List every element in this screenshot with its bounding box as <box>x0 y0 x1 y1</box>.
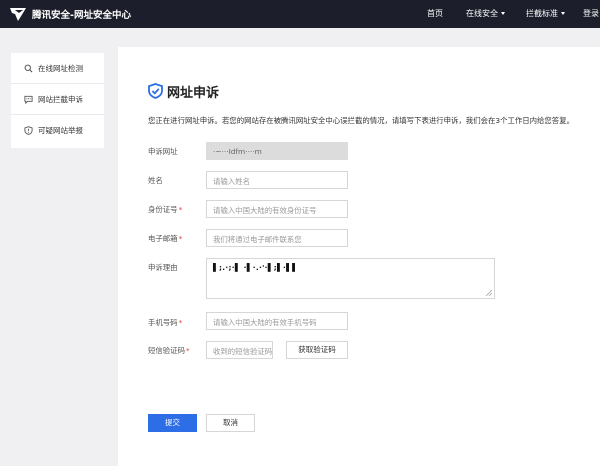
sidebar-item-appeal[interactable]: 网站拦截申诉 <box>11 84 104 115</box>
nav-online-security-label: 在线安全 <box>466 9 498 18</box>
url-label: 申诉网址 <box>148 146 178 157</box>
nav-home[interactable]: 首页 <box>427 8 443 19</box>
nav-home-label: 首页 <box>427 9 443 18</box>
reason-textarea[interactable]: ▌;.·;·▌ ·▌·.·'·▌;▌·▌▌ <box>206 258 495 299</box>
phone-label: 手机号码* <box>148 317 182 328</box>
required-mark: * <box>178 318 183 327</box>
main-panel: 网址申诉 您正在进行网址申诉。若您的网站存在被腾讯网址安全中心误拦截的情况，请填… <box>118 47 600 466</box>
sms-code-label-text: 短信验证码 <box>148 346 185 355</box>
chevron-down-icon <box>561 12 565 15</box>
name-label: 姓名 <box>148 175 163 186</box>
name-input[interactable]: 请输入姓名 <box>206 171 348 189</box>
required-mark: * <box>178 205 183 214</box>
email-label-text: 电子邮箱 <box>148 234 178 243</box>
sidebar-item-report[interactable]: 可疑网站举报 <box>11 115 104 146</box>
shield-check-icon <box>148 83 163 99</box>
phone-input[interactable]: 请输入中国大陆的有效手机号码 <box>206 312 348 330</box>
cancel-button[interactable]: 取消 <box>206 414 255 432</box>
url-label-text: 申诉网址 <box>148 147 178 156</box>
logo-icon[interactable] <box>9 5 27 23</box>
sms-code-input[interactable]: 收到的短信验证码 <box>206 341 273 359</box>
id-number-input[interactable]: 请输入中国大陆的有效身份证号 <box>206 200 348 218</box>
reason-label: 申诉理由 <box>148 262 178 273</box>
reason-label-text: 申诉理由 <box>148 263 178 272</box>
url-field: ·~···Idfm····m <box>206 142 348 160</box>
nav-block-standard[interactable]: 拦截标准 <box>526 8 565 19</box>
name-label-text: 姓名 <box>148 176 163 185</box>
sidebar-item-url-check[interactable]: 在线网址检测 <box>11 53 104 84</box>
sidebar-item-label: 网站拦截申诉 <box>38 95 83 104</box>
id-number-label-text: 身份证号 <box>148 205 178 214</box>
page-title: 网址申诉 <box>167 86 220 101</box>
nav-login-label: 登录 <box>583 9 599 18</box>
intro-text: 您正在进行网址申诉。若您的网站存在被腾讯网址安全中心误拦截的情况，请填写下表进行… <box>148 116 574 125</box>
sidebar-item-label: 在线网址检测 <box>38 64 83 73</box>
nav-login[interactable]: 登录 <box>583 8 599 19</box>
email-label: 电子邮箱* <box>148 233 182 244</box>
resize-handle-icon[interactable] <box>486 290 492 296</box>
top-nav-bar: 腾讯安全-网址安全中心 首页 在线安全 拦截标准 登录 <box>0 0 600 28</box>
email-input[interactable]: 我们将通过电子邮件联系您 <box>206 229 348 247</box>
submit-button[interactable]: 提交 <box>148 414 197 432</box>
search-icon <box>24 64 33 73</box>
shield-icon <box>24 126 33 135</box>
required-mark: * <box>178 234 183 243</box>
id-number-label: 身份证号* <box>148 204 182 215</box>
sms-code-label: 短信验证码* <box>148 345 190 356</box>
sidebar-item-label: 可疑网站举报 <box>38 126 83 135</box>
reason-text: ▌;.·;·▌ ·▌·.·'·▌;▌·▌▌ <box>213 263 299 272</box>
required-mark: * <box>185 346 190 355</box>
nav-block-standard-label: 拦截标准 <box>526 9 558 18</box>
phone-label-text: 手机号码 <box>148 318 178 327</box>
chat-icon <box>24 95 33 104</box>
sidebar: 在线网址检测 网站拦截申诉 可疑网站举报 <box>11 53 104 148</box>
chevron-down-icon <box>501 12 505 15</box>
brand-title[interactable]: 腾讯安全-网址安全中心 <box>32 7 131 21</box>
get-code-button[interactable]: 获取验证码 <box>286 341 348 359</box>
nav-online-security[interactable]: 在线安全 <box>466 8 505 19</box>
